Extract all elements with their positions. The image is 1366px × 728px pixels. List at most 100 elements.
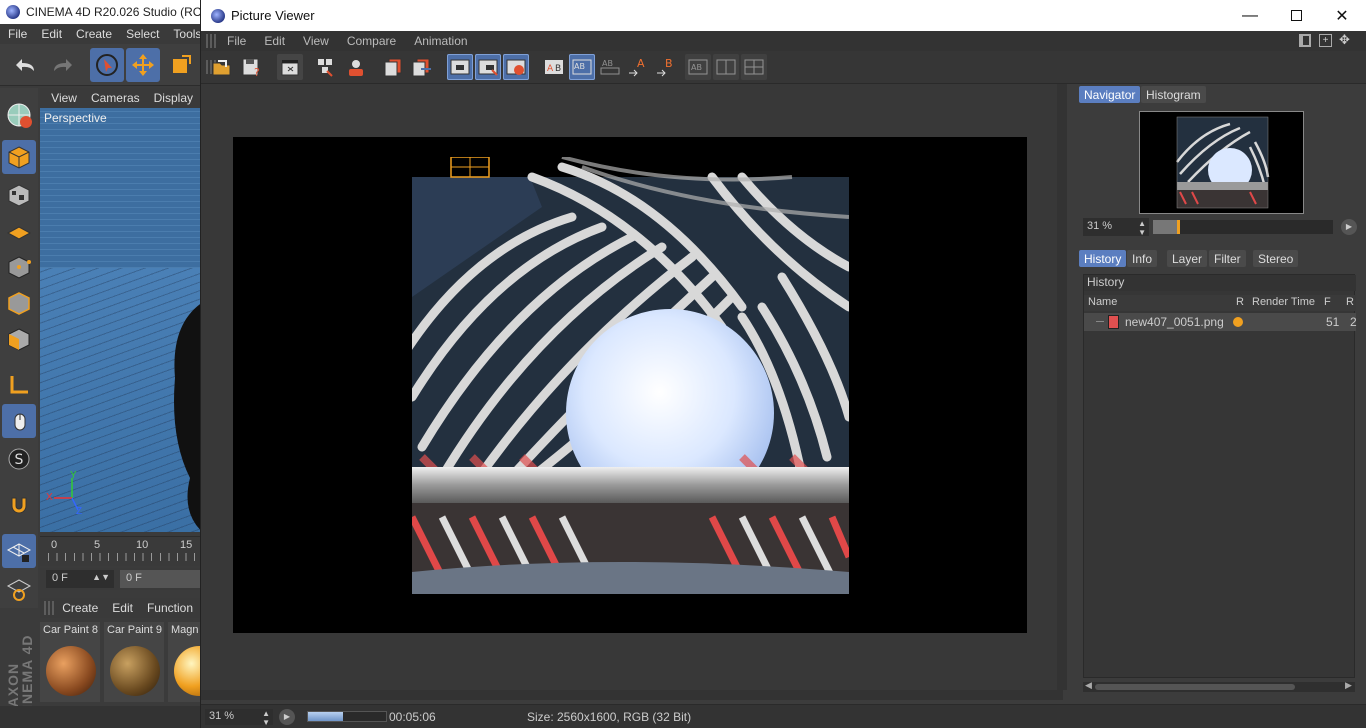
material-menu-function[interactable]: Function [140,601,200,615]
c4d-menu-tools[interactable]: Tools [165,27,200,41]
show-region-button[interactable] [447,54,473,80]
column-r2[interactable]: R [1346,296,1354,308]
column-r[interactable]: R [1236,296,1244,308]
c4d-menu-select[interactable]: Select [118,27,165,41]
history-extra: 2 [1350,315,1357,329]
stereo-button-3[interactable] [741,54,767,80]
compare-region-button[interactable] [475,54,501,80]
move-tool-button[interactable] [126,48,160,82]
svg-text:A: A [637,57,645,70]
close-button[interactable]: ✕ [1319,0,1365,31]
scroll-left-icon[interactable]: ◀ [1085,680,1092,691]
viewport-menu-display[interactable]: Display [147,91,200,105]
ab-split-button[interactable]: AB [569,54,595,80]
history-horizontal-scrollbar[interactable]: ◀ ▶ [1083,680,1355,692]
scale-tool-button[interactable] [164,48,198,82]
interactive-region-button[interactable] [503,54,529,80]
magnet-button[interactable] [2,488,36,522]
tab-navigator[interactable]: Navigator [1079,86,1141,103]
viewer-menu-file[interactable]: File [218,34,255,48]
save-button[interactable]: ? [239,54,265,80]
snap-button[interactable]: S [2,442,36,476]
select-tool-button[interactable] [90,48,124,82]
scroll-right-icon[interactable]: ▶ [1345,680,1352,691]
redo-button[interactable] [46,48,80,82]
c4d-menu-edit[interactable]: Edit [33,27,68,41]
workplane-mode-button[interactable] [2,214,36,248]
canvas-horizontal-scrollbar[interactable] [201,690,1063,700]
material-swatch[interactable]: Car Paint 8 [40,622,100,702]
rendered-image [412,157,849,594]
render-settings-button[interactable] [277,54,303,80]
navigator-zoom-slider[interactable] [1153,220,1333,234]
layout-icon[interactable] [1299,34,1311,47]
ab-vertical-button[interactable]: AB [597,54,623,80]
tab-stereo[interactable]: Stereo [1253,250,1299,267]
material-menu-edit[interactable]: Edit [105,601,140,615]
maximize-button[interactable] [1273,0,1319,31]
remove-image-button[interactable] [409,54,435,80]
canvas-vertical-scrollbar[interactable] [1057,84,1067,690]
channels-button[interactable] [314,54,340,80]
tweak-mode-button[interactable] [2,404,36,438]
navigator-zoom-field[interactable]: 31 % ▲ ▼ [1083,218,1149,237]
axis-mode-button[interactable] [2,368,36,402]
c4d-menu-create[interactable]: Create [68,27,118,41]
scrollbar-thumb[interactable] [1095,684,1295,690]
material-swatch[interactable]: Magn [168,622,200,702]
model-mode-button[interactable] [2,140,36,174]
stereo-button-1[interactable]: AB [685,54,711,80]
axis-z-label: Z [76,506,83,517]
set-b-button[interactable]: B [653,54,679,80]
viewport-menu-cameras[interactable]: Cameras [84,91,147,105]
viewer-menu-animation[interactable]: Animation [405,34,476,48]
material-menu-create[interactable]: Create [55,601,105,615]
c4d-menu-file[interactable]: File [0,27,33,41]
texture-mode-button[interactable] [2,178,36,212]
tab-history[interactable]: History [1079,250,1127,267]
start-frame-field[interactable]: 0 F [120,570,200,588]
minimize-button[interactable]: — [1227,0,1273,31]
copy-image-button[interactable] [381,54,407,80]
tab-histogram[interactable]: Histogram [1141,86,1206,103]
column-name[interactable]: Name [1088,296,1117,308]
stereo-button-2[interactable] [713,54,739,80]
history-header: History [1084,275,1356,291]
set-a-button[interactable]: A [625,54,651,80]
perspective-viewport[interactable]: Perspective Y X Z [40,108,200,532]
column-f[interactable]: F [1324,296,1331,308]
zoom-play-button[interactable]: ▶ [1341,219,1357,235]
tab-info[interactable]: Info [1127,250,1158,267]
viewport-menu-view[interactable]: View [44,91,84,105]
ab-compare-button[interactable]: AB [541,54,567,80]
new-panel-icon[interactable]: + [1319,34,1332,47]
current-frame-field[interactable]: 0 F ▲▼ [46,570,114,588]
undo-button[interactable] [8,48,42,82]
edges-mode-button[interactable] [2,286,36,320]
status-zoom-field[interactable]: 31 % ▲ ▼ [205,709,273,727]
status-play-button[interactable]: ▶ [279,709,295,725]
tab-filter[interactable]: Filter [1209,250,1246,267]
workplane-button[interactable] [2,98,36,132]
viewer-menu-edit[interactable]: Edit [255,34,294,48]
axis-x-label: X [46,492,53,503]
image-canvas[interactable] [201,84,1063,690]
material-swatch[interactable]: Car Paint 9 [104,622,164,702]
polygons-mode-button[interactable] [2,322,36,356]
points-mode-button[interactable] [2,250,36,284]
zoom-slider-handle[interactable] [1177,220,1180,234]
open-button[interactable] [210,54,236,80]
column-render-time[interactable]: Render Time [1252,296,1315,308]
tab-layer[interactable]: Layer [1167,250,1208,267]
render-status-dot [1233,317,1243,327]
move-panel-icon[interactable]: ✥ [1339,32,1350,48]
user-button[interactable] [343,54,369,80]
lock-workplane-button[interactable] [2,534,36,568]
set-a-icon: A [629,57,645,77]
timeline-ruler[interactable]: 0 5 10 15 [40,536,200,566]
viewer-menu-view[interactable]: View [294,34,338,48]
viewer-menu-compare[interactable]: Compare [338,34,405,48]
navigator-thumbnail[interactable] [1139,111,1304,214]
history-row[interactable]: new407_0051.png 51 2 [1084,313,1357,331]
grid-snap-button[interactable] [2,572,36,606]
